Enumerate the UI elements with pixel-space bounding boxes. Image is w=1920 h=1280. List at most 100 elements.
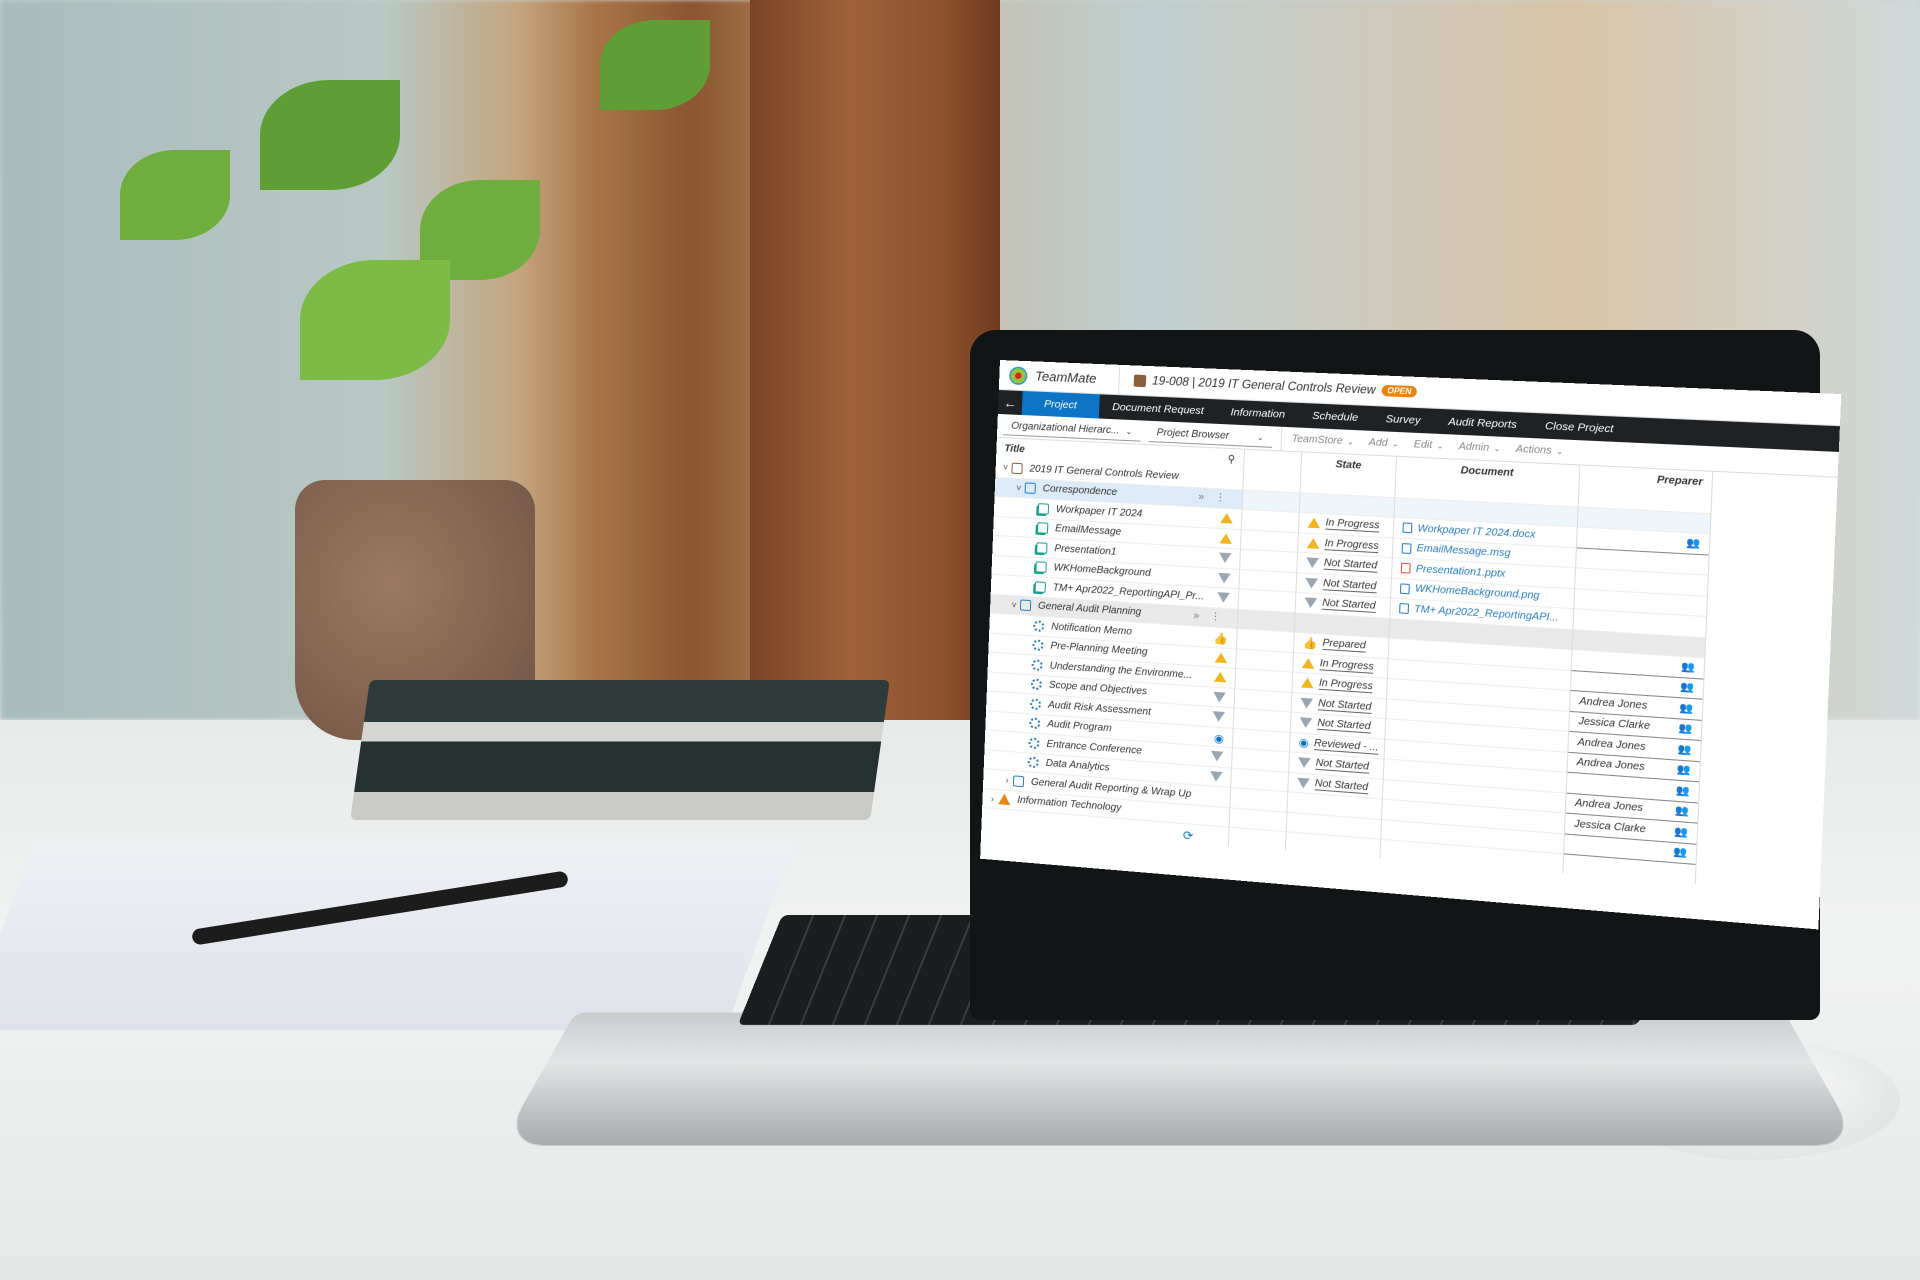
tree-row-title: EmailMessage [1054,523,1122,539]
assign-user-icon[interactable]: 👥 [1675,805,1689,818]
status-indicator [1210,750,1224,765]
reviewed-icon: ◉ [1213,732,1225,746]
powerpoint-file-icon [1400,562,1411,574]
project-browser-dropdown[interactable]: Project Browser ⌄ [1148,423,1273,448]
folder-icon [1019,599,1032,612]
caret-spacer [1018,703,1030,704]
assign-user-icon[interactable]: 👥 [1676,785,1690,798]
row-actions-icon[interactable]: » ⋮ [1198,491,1230,504]
tree-row-title: Notification Memo [1051,621,1133,638]
status-indicator [1209,770,1223,785]
not-started-icon [1305,557,1319,569]
caret-spacer [1019,683,1031,684]
menu-add[interactable]: Add ⌄ [1368,437,1399,450]
status-indicator: ◉ [1214,731,1224,745]
menu-admin[interactable]: Admin ⌄ [1458,441,1501,454]
document-link[interactable]: Workpaper IT 2024.docx [1417,523,1535,541]
procedure-icon [1029,717,1041,730]
document-link[interactable]: EmailMessage.msg [1416,543,1510,560]
assign-user-icon[interactable]: 👥 [1686,537,1700,549]
hierarchy-dropdown-value: Organizational Hierarc... [1011,420,1120,437]
procedure-icon [1032,639,1044,652]
caret-spacer [1024,566,1036,567]
arrow-left-icon[interactable]: ← [998,390,1023,415]
workpaper-icon [1034,581,1047,593]
preparer-name: Jessica Clarke [1578,715,1651,733]
caret-spacer [1025,527,1037,528]
state-value: Not Started [1321,597,1376,614]
menu-edit[interactable]: Edit ⌄ [1414,439,1444,452]
chevron-down-icon: ⌄ [1493,443,1501,454]
tree-row-title: 2019 IT General Controls Review [1029,463,1180,482]
assign-user-icon[interactable]: 👥 [1677,743,1691,756]
brand-name: TeamMate [1034,368,1097,387]
state-column: State In Progress In Progress Not Started N… [1285,452,1398,859]
in-progress-icon [1214,651,1228,663]
assign-user-icon[interactable]: 👥 [1680,682,1694,695]
document-column: Document Workpaper IT 2024.docx EmailMess… [1380,456,1581,874]
in-progress-icon [1213,671,1227,683]
tab-project[interactable]: Project [1021,391,1100,419]
paper-documents [0,840,795,1030]
search-icon[interactable]: ⚲ [1228,453,1236,465]
procedure-icon [1029,698,1042,710]
image-file-icon [1399,583,1410,595]
document-link[interactable]: WKHomeBackground.png [1415,583,1540,602]
state-value: Not Started [1315,757,1370,774]
file-icon [1399,603,1410,615]
plant-leaf [300,260,450,380]
state-value: Not Started [1323,557,1378,573]
assign-user-icon[interactable]: 👥 [1681,661,1695,674]
chevron-down-icon[interactable]: ˅ [999,462,1011,473]
tab-schedule[interactable]: Schedule [1298,403,1372,431]
chevron-down-icon: ⌄ [1346,436,1355,447]
assign-user-icon[interactable]: 👥 [1674,826,1688,839]
chevron-down-icon: ⌄ [1125,426,1133,436]
not-started-icon [1297,757,1311,769]
chevron-down-icon[interactable]: ˅ [1008,599,1020,610]
project-icon [1133,374,1147,387]
thumbs-up-icon: 👍 [1302,637,1318,651]
tree-row-title: Entrance Conference [1046,738,1143,757]
title-column: Title ⚲ ˅ 2019 IT General Controls Review… [981,437,1246,847]
assign-user-icon[interactable]: 👥 [1678,723,1692,736]
preparer-name: Jessica Clarke [1573,818,1646,836]
procedure-icon [1027,756,1039,769]
procedure-icon [1030,678,1043,691]
chevron-right-icon[interactable]: › [986,793,998,804]
assign-user-icon[interactable]: 👥 [1676,764,1690,777]
caret-spacer [1020,664,1032,665]
notebook-stack [350,680,890,820]
not-started-icon [1296,777,1310,789]
brand[interactable]: TeamMate [998,360,1121,395]
row-actions-icon[interactable]: » ⋮ [1193,610,1225,623]
tab-information[interactable]: Information [1217,399,1299,427]
project-title: 19-008 | 2019 IT General Controls Review… [1119,373,1417,398]
document-link[interactable]: Presentation1.pptx [1416,563,1506,580]
not-started-icon [1304,597,1318,609]
chevron-down-icon[interactable]: ˅ [1013,483,1025,494]
tab-survey[interactable]: Survey [1371,406,1434,434]
menu-teamstore[interactable]: TeamStore ⌄ [1292,433,1355,447]
workpaper-icon [1036,541,1048,554]
plant-leaf [120,150,230,240]
thumbs-up-icon: 👍 [1213,632,1229,646]
assign-user-icon[interactable]: 👥 [1679,702,1693,715]
teammate-logo-icon [1008,365,1028,385]
caret-spacer [1023,586,1035,587]
chevron-down-icon: ⌄ [1391,439,1400,449]
chevron-right-icon[interactable]: › [1001,775,1013,786]
menu-actions[interactable]: Actions ⌄ [1516,444,1564,458]
hierarchy-dropdown[interactable]: Organizational Hierarc... ⌄ [1002,416,1141,442]
status-indicator: 👍 [1214,632,1229,646]
status-indicator [1217,572,1231,586]
project-grid: Title ⚲ ˅ 2019 IT General Controls Review… [981,437,1837,894]
tree-row-title: Scope and Objectives [1048,679,1148,698]
assign-user-icon[interactable]: 👥 [1673,846,1687,859]
not-started-icon [1305,577,1319,589]
folder-icon [1024,482,1036,495]
status-indicator [1213,691,1226,705]
not-started-icon [1209,770,1223,782]
spacer-cell [1229,807,1287,833]
tree-row-title: Correspondence [1042,483,1118,499]
